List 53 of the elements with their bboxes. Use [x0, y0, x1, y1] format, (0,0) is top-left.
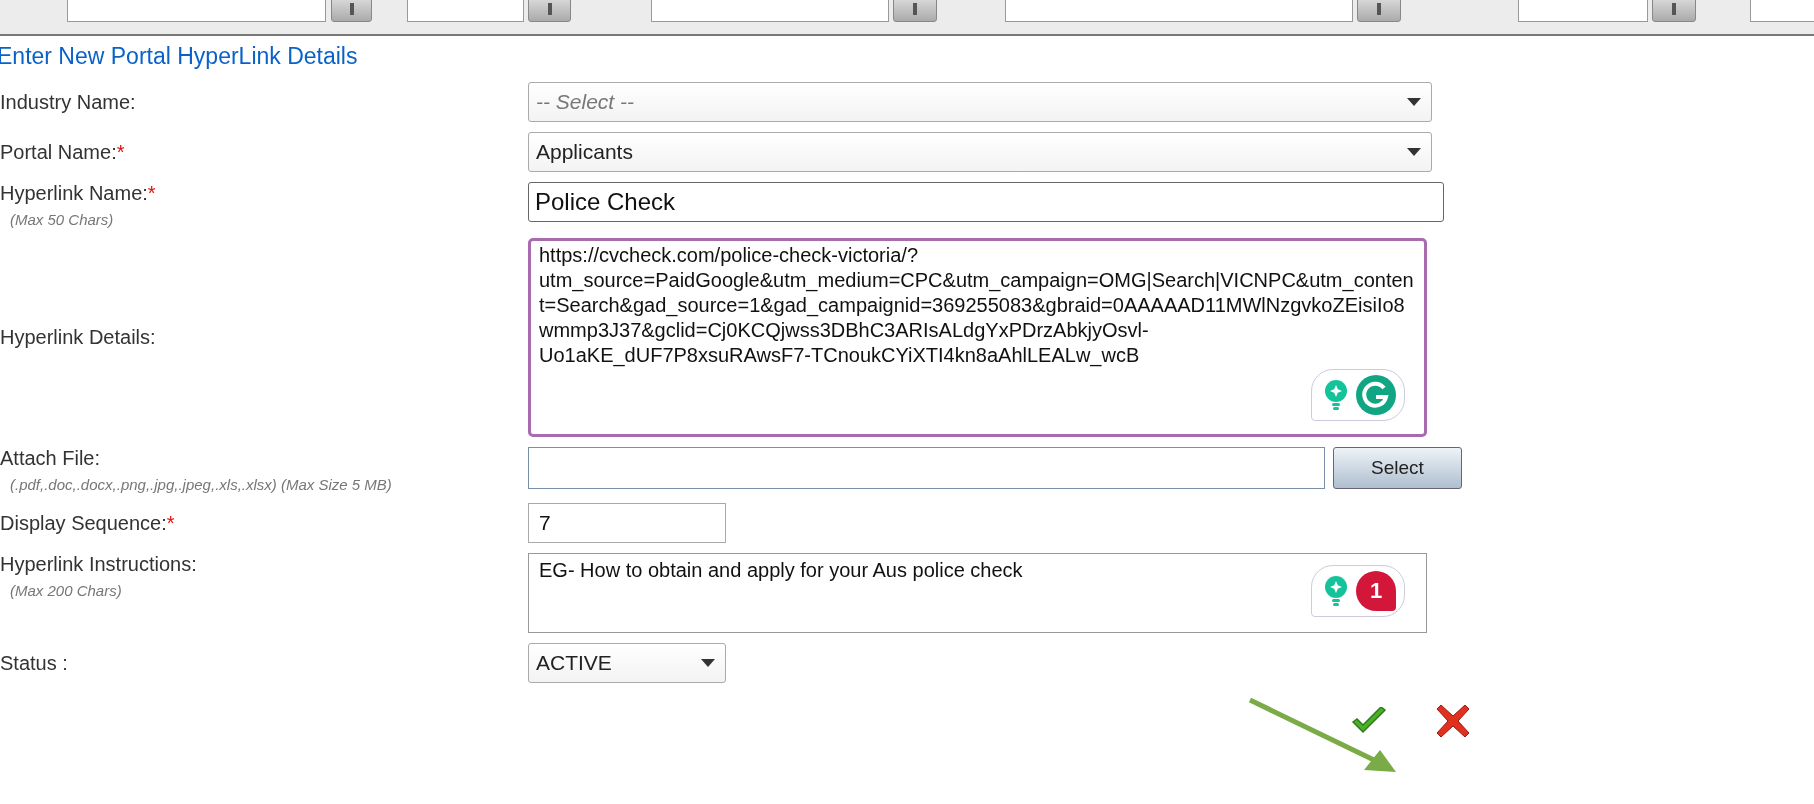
select-button[interactable]: Select: [1333, 447, 1462, 489]
check-icon: [1351, 707, 1387, 735]
field-label: Status :: [0, 651, 68, 674]
field-hint: (Max 200 Chars): [9, 581, 123, 599]
filter-input[interactable]: [407, 0, 524, 22]
field-label: Portal Name:: [0, 140, 117, 163]
field-label: Hyperlink Details:: [0, 326, 156, 348]
filter-input[interactable]: [1750, 0, 1814, 22]
lightbulb-icon: [1324, 576, 1348, 606]
filter-input[interactable]: [651, 0, 889, 22]
filter-button[interactable]: [1357, 0, 1401, 22]
dropdown[interactable]: -- Select --: [528, 82, 1432, 122]
text-input[interactable]: Police Check: [528, 182, 1444, 222]
dropdown[interactable]: Applicants: [528, 132, 1432, 172]
bar-icon: [913, 3, 917, 15]
caret-icon: [1407, 98, 1421, 106]
field-label: Attach File:: [0, 447, 101, 469]
bar-icon: [547, 3, 552, 15]
field-hint: (Max 50 Chars): [9, 210, 115, 228]
dropdown[interactable]: ACTIVE: [528, 643, 726, 683]
field-label: Hyperlink Name:: [0, 182, 148, 204]
close-icon: [1437, 705, 1469, 737]
field-label: Hyperlink Instructions:: [0, 553, 197, 575]
file-input[interactable]: [528, 447, 1325, 489]
dropdown-value: ACTIVE: [536, 651, 612, 675]
field-hint: (.pdf,.doc,.docx,.png,.jpg,.jpeg,.xls,.xlsx) (Max Size 5 MB): [9, 475, 393, 493]
required-mark: *: [116, 140, 125, 163]
lightbulb-icon: [1324, 380, 1348, 410]
field-label: Industry Name:: [0, 90, 136, 113]
field-label: Display Sequence:: [0, 511, 167, 534]
filter-input[interactable]: [1518, 0, 1648, 22]
filter-button[interactable]: [893, 0, 937, 22]
filter-button[interactable]: [1652, 0, 1696, 22]
filter-button[interactable]: [331, 0, 372, 22]
bar-icon: [1672, 3, 1676, 15]
assistant-logo-icon: [1356, 375, 1396, 415]
text-area[interactable]: https://cvcheck.com/police-check-victoria/?utm_source=PaidGoogle&utm_medium=CPC&utm_campaign=OMG|Search|VICNPC&utm_content=Search&gad_source=1&gad_campaignid=369255083&gbraid=0AAAAAD11MWlNzgvkoZEisiIo8wmmp3J37&gclid=Cj0KCQjwss3DBhC3ARIsALdgYxPDrzAbkjyOsvl-Uo1aKE_dUF7P8xsuRAwsF7-TCnoukCYiXTI4kn8aAhlLEALw_wcB: [528, 238, 1427, 437]
filter-button[interactable]: [528, 0, 571, 22]
bar-icon: [1377, 3, 1381, 15]
caret-icon: [1407, 148, 1421, 156]
required-mark: *: [147, 182, 156, 204]
dropdown-placeholder: -- Select --: [536, 90, 634, 114]
caret-icon: [701, 659, 715, 667]
cancel-button[interactable]: [1437, 705, 1469, 740]
filter-input[interactable]: [67, 0, 326, 22]
assistant-widget[interactable]: 1: [1311, 565, 1405, 617]
assistant-widget[interactable]: [1311, 369, 1405, 421]
dropdown-value: Applicants: [536, 140, 633, 164]
sequence-input[interactable]: 7: [528, 503, 726, 543]
bar-icon: [349, 3, 354, 15]
filter-input[interactable]: [1005, 0, 1353, 22]
required-mark: *: [166, 511, 175, 534]
issue-count-badge: 1: [1356, 571, 1396, 611]
